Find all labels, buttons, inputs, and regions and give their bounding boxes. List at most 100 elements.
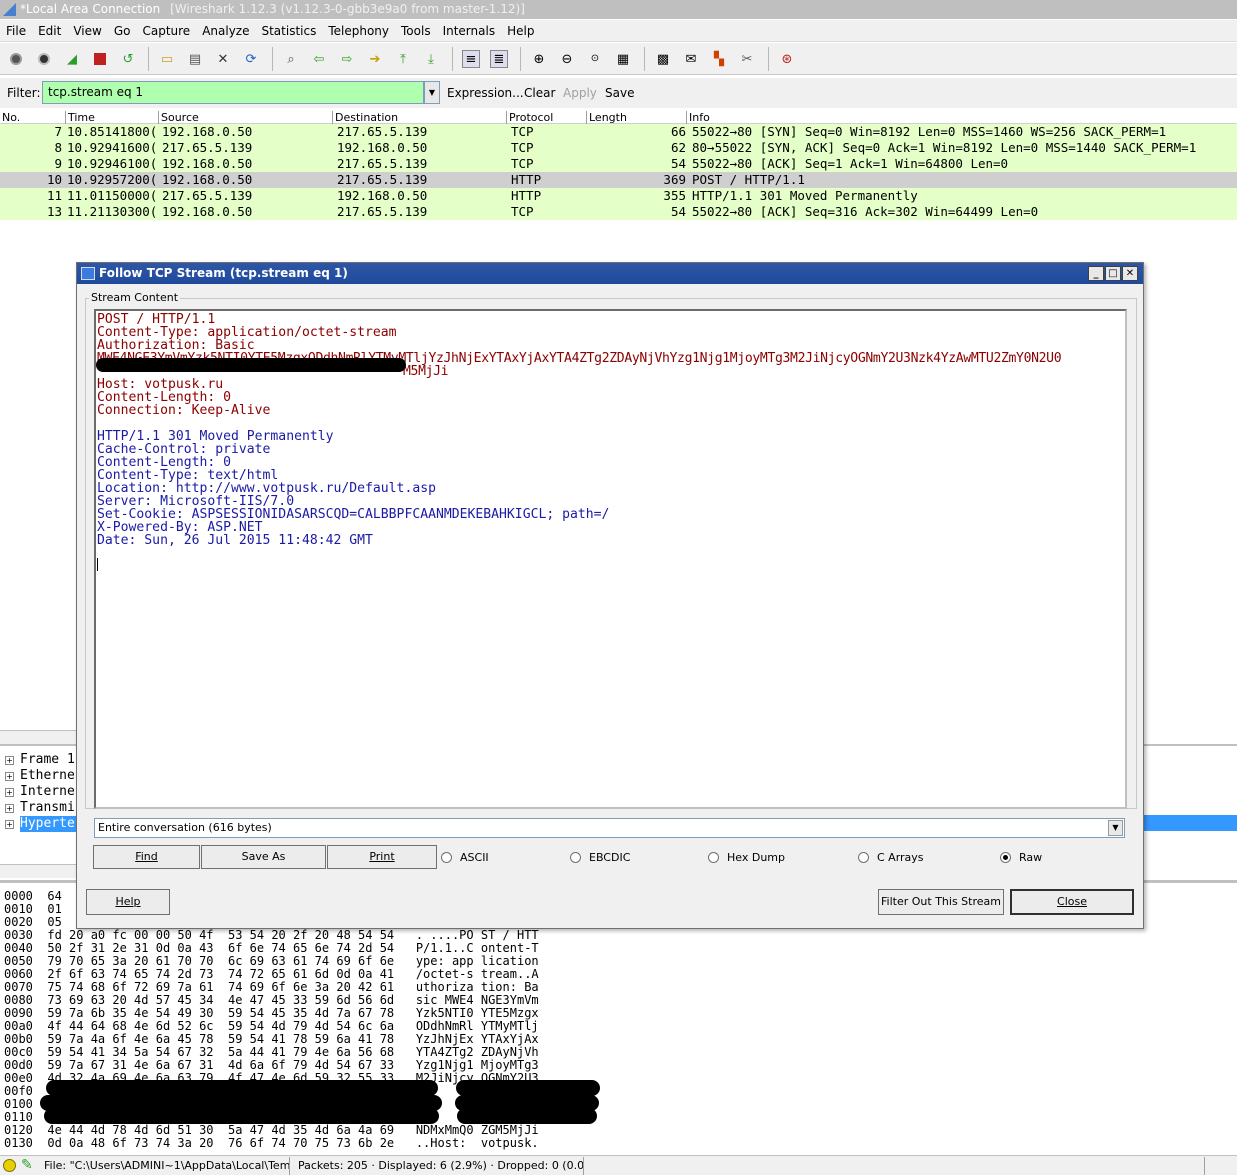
- expand-icon[interactable]: +: [5, 804, 14, 813]
- packet-info: 55022→80 [ACK] Seq=316 Ack=302 Win=64499…: [692, 204, 1039, 219]
- radio-ebcdic[interactable]: EBCDIC: [570, 851, 630, 864]
- zoom-in-icon[interactable]: ⊕: [530, 50, 548, 68]
- filter-out-stream-button[interactable]: Filter Out This Stream: [878, 889, 1004, 915]
- menu-view[interactable]: View: [73, 24, 101, 38]
- tree-item-tcp[interactable]: + Transmi: [0, 800, 78, 816]
- column-length[interactable]: Length: [586, 111, 627, 124]
- radio-indicator[interactable]: [1000, 852, 1011, 863]
- horizontal-scrollbar[interactable]: [0, 864, 78, 878]
- restart-capture-icon[interactable]: ↺: [119, 50, 137, 68]
- packet-row[interactable]: 11 11.01150000( 217.65.5.139 192.168.0.5…: [0, 188, 1237, 204]
- save-file-icon[interactable]: ▤: [186, 50, 204, 68]
- menu-help[interactable]: Help: [507, 24, 534, 38]
- radio-indicator[interactable]: [441, 852, 452, 863]
- start-capture-icon[interactable]: ◢: [63, 50, 81, 68]
- conversation-select[interactable]: Entire conversation (616 bytes) ▼: [94, 818, 1125, 838]
- resize-columns-icon[interactable]: ▦: [614, 50, 632, 68]
- coloring-rules-icon[interactable]: ▚: [710, 50, 728, 68]
- auto-scroll-icon[interactable]: ≣: [490, 50, 508, 68]
- menu-file[interactable]: File: [6, 24, 26, 38]
- radio-indicator[interactable]: [858, 852, 869, 863]
- stream-text-area[interactable]: POST / HTTP/1.1 Content-Type: applicatio…: [94, 309, 1127, 809]
- column-source[interactable]: Source: [158, 111, 199, 124]
- menu-statistics[interactable]: Statistics: [261, 24, 316, 38]
- menu-telephony[interactable]: Telephony: [328, 24, 389, 38]
- go-back-icon[interactable]: ⇦: [310, 50, 328, 68]
- expert-info-icon[interactable]: [3, 1159, 16, 1172]
- radio-c-arrays[interactable]: C Arrays: [858, 851, 924, 864]
- radio-indicator[interactable]: [708, 852, 719, 863]
- expand-icon[interactable]: +: [5, 756, 14, 765]
- column-info[interactable]: Info: [686, 111, 710, 124]
- column-protocol[interactable]: Protocol: [506, 111, 553, 124]
- packet-row[interactable]: 10 10.92957200( 192.168.0.50 217.65.5.13…: [0, 172, 1237, 188]
- find-button[interactable]: Find: [93, 845, 200, 869]
- go-forward-icon[interactable]: ⇨: [338, 50, 356, 68]
- capture-filters-icon[interactable]: ▩: [654, 50, 672, 68]
- tree-item-http[interactable]: + Hyperte: [0, 816, 78, 832]
- packet-time: 11.21130300(: [67, 204, 158, 219]
- filter-input[interactable]: tcp.stream eq 1: [42, 81, 424, 104]
- menu-tools[interactable]: Tools: [401, 24, 431, 38]
- column-time[interactable]: Time: [65, 111, 95, 124]
- redaction-mark: [46, 1080, 438, 1096]
- minimize-icon[interactable]: _: [1088, 266, 1104, 281]
- zoom-out-icon[interactable]: ⊖: [558, 50, 576, 68]
- column-destination[interactable]: Destination: [332, 111, 398, 124]
- tree-item-ethernet[interactable]: + Etherne: [0, 768, 78, 784]
- stream-content-label: Stream Content: [89, 291, 181, 304]
- open-file-icon[interactable]: ▭: [158, 50, 176, 68]
- status-file: File: "C:\Users\ADMINI~1\AppData\Local\T…: [40, 1157, 290, 1175]
- save-as-button[interactable]: Save As: [201, 845, 326, 869]
- toolbar-separator: [768, 47, 769, 71]
- go-last-icon[interactable]: ⤓: [422, 50, 440, 68]
- help-icon[interactable]: ⊛: [778, 50, 796, 68]
- radio-hex-dump[interactable]: Hex Dump: [708, 851, 785, 864]
- expression-button[interactable]: Expression...: [447, 86, 524, 100]
- normal-size-icon[interactable]: ⊙: [586, 50, 604, 68]
- menu-go[interactable]: Go: [114, 24, 131, 38]
- capture-options-icon[interactable]: [35, 50, 53, 68]
- colorize-icon[interactable]: ≡: [462, 50, 480, 68]
- tree-item-frame[interactable]: + Frame 1: [0, 752, 78, 768]
- stop-capture-icon[interactable]: [91, 50, 109, 68]
- clear-button[interactable]: Clear: [524, 86, 555, 100]
- close-button[interactable]: Close: [1010, 889, 1134, 915]
- print-button[interactable]: Print: [327, 845, 437, 869]
- packet-length: 355: [663, 188, 686, 203]
- close-file-icon[interactable]: ✕: [214, 50, 232, 68]
- go-to-packet-icon[interactable]: ➔: [366, 50, 384, 68]
- display-filters-icon[interactable]: ✉: [682, 50, 700, 68]
- apply-button[interactable]: Apply: [563, 86, 597, 100]
- menu-edit[interactable]: Edit: [38, 24, 61, 38]
- find-packet-icon[interactable]: ⌕: [282, 50, 300, 68]
- chevron-down-icon[interactable]: ▼: [1108, 820, 1123, 836]
- pane-splitter[interactable]: [0, 730, 78, 744]
- go-first-icon[interactable]: ⤒: [394, 50, 412, 68]
- menu-analyze[interactable]: Analyze: [202, 24, 249, 38]
- text-cursor: [97, 558, 98, 571]
- interface-list-icon[interactable]: [7, 50, 25, 68]
- maximize-icon[interactable]: □: [1105, 266, 1121, 281]
- radio-raw[interactable]: Raw: [1000, 851, 1042, 864]
- column-no[interactable]: No.: [0, 111, 20, 124]
- expand-icon[interactable]: +: [5, 772, 14, 781]
- radio-indicator[interactable]: [570, 852, 581, 863]
- packet-row[interactable]: 8 10.92941600( 217.65.5.139 192.168.0.50…: [0, 140, 1237, 156]
- menu-internals[interactable]: Internals: [443, 24, 496, 38]
- close-icon[interactable]: ✕: [1122, 266, 1138, 281]
- menu-capture[interactable]: Capture: [142, 24, 190, 38]
- capture-comment-icon[interactable]: ✎: [21, 1157, 33, 1173]
- packet-row[interactable]: 7 10.85141800( 192.168.0.50 217.65.5.139…: [0, 124, 1237, 140]
- help-button[interactable]: Help: [86, 889, 170, 915]
- tree-item-ip[interactable]: + Interne: [0, 784, 78, 800]
- save-filter-button[interactable]: Save: [605, 86, 634, 100]
- packet-row[interactable]: 9 10.92946100( 192.168.0.50 217.65.5.139…: [0, 156, 1237, 172]
- expand-icon[interactable]: +: [5, 820, 14, 829]
- packet-row[interactable]: 13 11.21130300( 192.168.0.50 217.65.5.13…: [0, 204, 1237, 220]
- radio-ascii[interactable]: ASCII: [441, 851, 489, 864]
- preferences-icon[interactable]: ✂: [738, 50, 756, 68]
- filter-dropdown-icon[interactable]: ▼: [424, 81, 440, 104]
- reload-icon[interactable]: ⟳: [242, 50, 260, 68]
- expand-icon[interactable]: +: [5, 788, 14, 797]
